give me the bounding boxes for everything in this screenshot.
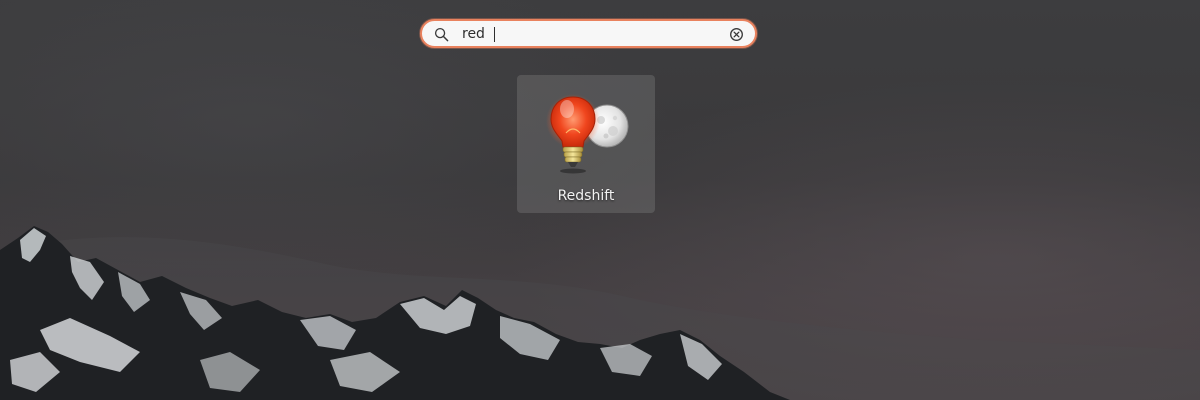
search-icon: [434, 27, 449, 42]
redshift-lightbulb-moon-icon: [546, 94, 629, 174]
search-input[interactable]: [462, 24, 717, 44]
text-cursor: [494, 27, 495, 42]
app-label: Redshift: [557, 188, 615, 204]
app-result-redshift[interactable]: Redshift: [517, 75, 655, 213]
desktop-background: Redshift: [0, 0, 1200, 400]
search-box[interactable]: [420, 19, 757, 48]
clear-icon[interactable]: [729, 27, 744, 42]
